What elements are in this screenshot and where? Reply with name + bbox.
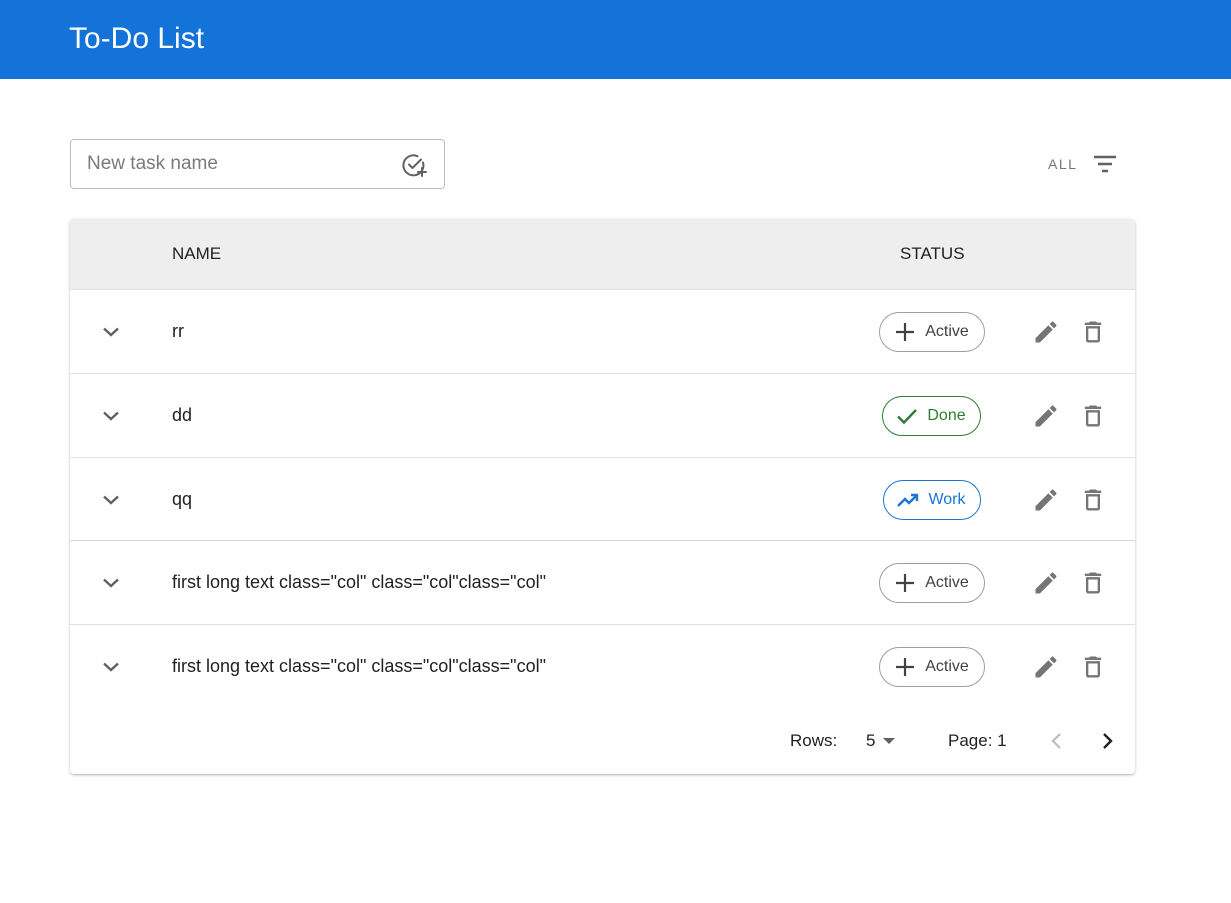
- rows-per-page-value: 5: [866, 731, 876, 750]
- table-row: first long text class="col" class="col"c…: [70, 541, 1135, 625]
- trash-icon: [1084, 572, 1102, 594]
- next-page-button[interactable]: [1092, 726, 1122, 756]
- chevron-right-icon: [1103, 733, 1113, 749]
- expand-row-button[interactable]: [96, 569, 126, 597]
- filter-label: ALL: [1048, 156, 1078, 172]
- delete-button[interactable]: [1079, 318, 1107, 346]
- task-name: first long text class="col" class="col"c…: [172, 656, 546, 676]
- task-name: rr: [172, 321, 184, 341]
- delete-button[interactable]: [1079, 486, 1107, 514]
- edit-button[interactable]: [1032, 653, 1060, 681]
- check-icon: [897, 409, 918, 425]
- chevron-down-icon: [103, 662, 119, 672]
- edit-button[interactable]: [1032, 486, 1060, 514]
- delete-button[interactable]: [1079, 569, 1107, 597]
- pencil-icon: [1035, 321, 1057, 343]
- trending-up-icon: [897, 493, 919, 507]
- plus-icon: [896, 323, 915, 341]
- chevron-down-icon: [103, 578, 119, 588]
- status-label: Active: [925, 658, 969, 675]
- expand-row-button[interactable]: [96, 318, 126, 346]
- rows-per-page-select[interactable]: 5: [866, 728, 899, 754]
- app-title: To-Do List: [69, 22, 205, 55]
- plus-icon: [896, 658, 915, 676]
- expand-row-button[interactable]: [96, 653, 126, 681]
- trash-icon: [1084, 405, 1102, 427]
- task-name: qq: [172, 489, 193, 509]
- table-row: qq Work: [70, 458, 1135, 542]
- chevron-left-icon: [1051, 733, 1061, 749]
- pencil-icon: [1035, 489, 1057, 511]
- app-bar: To-Do List: [0, 0, 1231, 79]
- chevron-down-icon: [103, 327, 119, 337]
- status-chip-active[interactable]: Active: [879, 647, 985, 687]
- caret-down-icon: [883, 738, 896, 744]
- edit-button[interactable]: [1032, 569, 1060, 597]
- previous-page-button[interactable]: [1042, 726, 1072, 756]
- expand-row-button[interactable]: [96, 486, 126, 514]
- delete-button[interactable]: [1079, 402, 1107, 430]
- status-chip-done[interactable]: Done: [882, 396, 981, 436]
- pencil-icon: [1035, 405, 1057, 427]
- status-label: Work: [928, 491, 966, 508]
- expand-row-button[interactable]: [96, 402, 126, 430]
- status-chip-active[interactable]: Active: [879, 563, 985, 603]
- status-chip-active[interactable]: Active: [879, 312, 985, 352]
- task-name: first long text class="col" class="col"c…: [172, 572, 546, 592]
- table-row: dd Done: [70, 374, 1135, 458]
- filter-button[interactable]: ALL: [1040, 148, 1119, 180]
- column-header-status[interactable]: STATUS: [900, 244, 965, 264]
- trash-icon: [1084, 656, 1102, 678]
- status-label: Active: [925, 323, 969, 340]
- status-label: Done: [927, 407, 966, 424]
- status-label: Active: [925, 574, 969, 591]
- pagination: Rows: 5 Page: 1: [70, 708, 1135, 774]
- delete-button[interactable]: [1079, 653, 1107, 681]
- trash-icon: [1084, 321, 1102, 343]
- column-header-name[interactable]: NAME: [172, 244, 221, 264]
- plus-icon: [896, 574, 915, 592]
- filter-list-icon: [1094, 155, 1117, 173]
- rows-per-page-label: Rows:: [790, 731, 838, 750]
- table-row: rr Active: [70, 290, 1135, 374]
- table-row: first long text class="col" class="col"c…: [70, 625, 1135, 709]
- pencil-icon: [1035, 656, 1057, 678]
- edit-button[interactable]: [1032, 402, 1060, 430]
- task-name: dd: [172, 405, 193, 425]
- page-indicator: Page: 1: [948, 731, 1007, 750]
- new-task-field: [70, 139, 445, 189]
- chevron-down-icon: [103, 411, 119, 421]
- add-task-icon[interactable]: [401, 152, 427, 178]
- chevron-down-icon: [103, 495, 119, 505]
- pencil-icon: [1035, 572, 1057, 594]
- trash-icon: [1084, 489, 1102, 511]
- edit-button[interactable]: [1032, 318, 1060, 346]
- task-table: NAME STATUS rr Active dd Done qq Work fi…: [70, 219, 1135, 774]
- new-task-input[interactable]: [71, 140, 391, 188]
- status-chip-work[interactable]: Work: [883, 480, 981, 520]
- table-header: NAME STATUS: [70, 219, 1135, 290]
